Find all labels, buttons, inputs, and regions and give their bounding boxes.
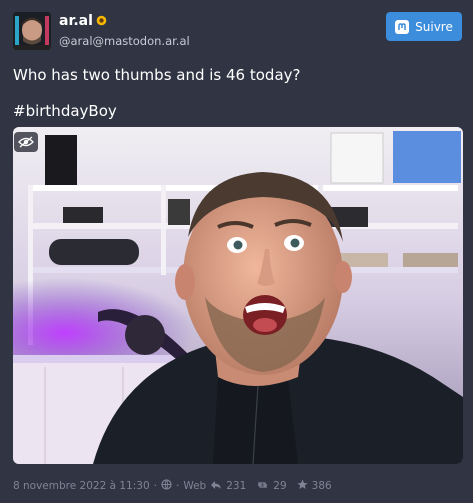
- separator: ·: [153, 480, 157, 492]
- sunflower-icon: [96, 15, 107, 28]
- follow-button-label: Suivre: [415, 19, 453, 34]
- status-text: Who has two thumbs and is 46 today?: [13, 66, 301, 84]
- status-timestamp[interactable]: 8 novembre 2022 à 11:30: [13, 480, 150, 492]
- separator: ·: [175, 480, 180, 492]
- star-icon[interactable]: [297, 479, 308, 493]
- hide-media-button[interactable]: [14, 132, 38, 152]
- status-card: ar.al @aral@mastodon.ar.al Suivre Who ha…: [0, 0, 473, 503]
- avatar-image: [13, 12, 51, 50]
- display-name-text: ar.al: [59, 13, 93, 29]
- app-name: Web: [183, 480, 207, 492]
- media-attachment[interactable]: [13, 127, 463, 464]
- eye-slash-icon: [18, 136, 34, 148]
- favourite-count: 386: [311, 480, 332, 492]
- status-footer: 8 novembre 2022 à 11:30 · · Web 231 29 3…: [13, 479, 332, 493]
- avatar[interactable]: [13, 12, 51, 50]
- reply-icon[interactable]: [210, 480, 222, 493]
- follow-button[interactable]: Suivre: [386, 12, 462, 41]
- account-handle[interactable]: @aral@mastodon.ar.al: [59, 34, 190, 48]
- hashtag-link[interactable]: #birthdayBoy: [13, 102, 117, 120]
- selfie-photo: [13, 127, 463, 464]
- display-name[interactable]: ar.al: [59, 13, 107, 29]
- boost-count: 29: [273, 480, 287, 492]
- mastodon-icon: [395, 19, 410, 34]
- boost-icon[interactable]: [256, 480, 269, 493]
- globe-icon: [161, 479, 172, 493]
- reply-count: 231: [226, 480, 247, 492]
